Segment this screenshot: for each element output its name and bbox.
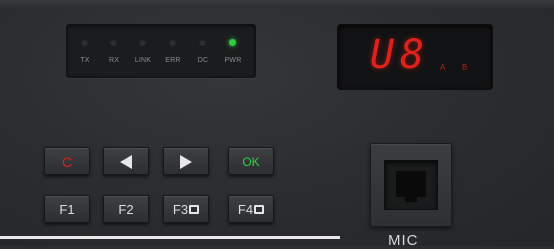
f2-button[interactable]: F2 — [103, 195, 149, 223]
left-button[interactable] — [103, 147, 149, 175]
top-edge — [0, 0, 554, 8]
led-label-link: LINK — [134, 57, 152, 64]
cancel-button-label: C — [61, 154, 73, 171]
f3-function-icon — [189, 205, 200, 215]
ok-button-label: OK — [242, 154, 260, 169]
arrow-left-icon — [120, 154, 132, 169]
led-rx — [110, 39, 117, 46]
f4-function-icon — [254, 205, 265, 215]
f1-button[interactable]: F1 — [44, 195, 90, 223]
mic-socket[interactable] — [384, 160, 438, 210]
cancel-button[interactable]: C — [44, 147, 90, 175]
f3-button-label: F3 — [172, 201, 189, 217]
display-digit-1: U — [370, 32, 395, 78]
mic-label: MIC — [388, 232, 419, 249]
right-button[interactable] — [163, 147, 209, 175]
mic-port-housing — [370, 143, 452, 227]
display-indicator-b: B — [462, 63, 468, 72]
seven-segment-display: U 8 A B — [337, 24, 493, 90]
led-link — [139, 39, 146, 46]
display-digit-2: 8 — [400, 32, 425, 78]
rj45-jack-icon — [396, 171, 426, 202]
bottom-divider — [0, 236, 340, 239]
led-pwr — [229, 39, 236, 46]
led-err — [169, 39, 176, 46]
ok-button[interactable]: OK — [228, 147, 274, 175]
led-label-rx: RX — [108, 57, 120, 64]
f1-button-label: F1 — [59, 201, 75, 217]
led-label-err: ERR — [165, 57, 181, 64]
led-dc — [199, 39, 206, 46]
led-tx — [81, 39, 88, 46]
arrow-right-icon — [180, 154, 192, 169]
led-label-dc: DC — [197, 57, 209, 64]
f4-button[interactable]: F4 — [228, 195, 274, 223]
led-status-window: TX RX LINK ERR DC PWR — [66, 24, 256, 78]
led-label-pwr: PWR — [224, 57, 242, 64]
f4-button-label: F4 — [237, 201, 254, 217]
led-label-tx: TX — [80, 57, 90, 64]
device-front-panel: TX RX LINK ERR DC PWR U 8 A B C OK F1 F2… — [0, 0, 554, 249]
f2-button-label: F2 — [118, 201, 134, 217]
display-indicator-a: A — [440, 63, 446, 72]
f3-button[interactable]: F3 — [163, 195, 209, 223]
